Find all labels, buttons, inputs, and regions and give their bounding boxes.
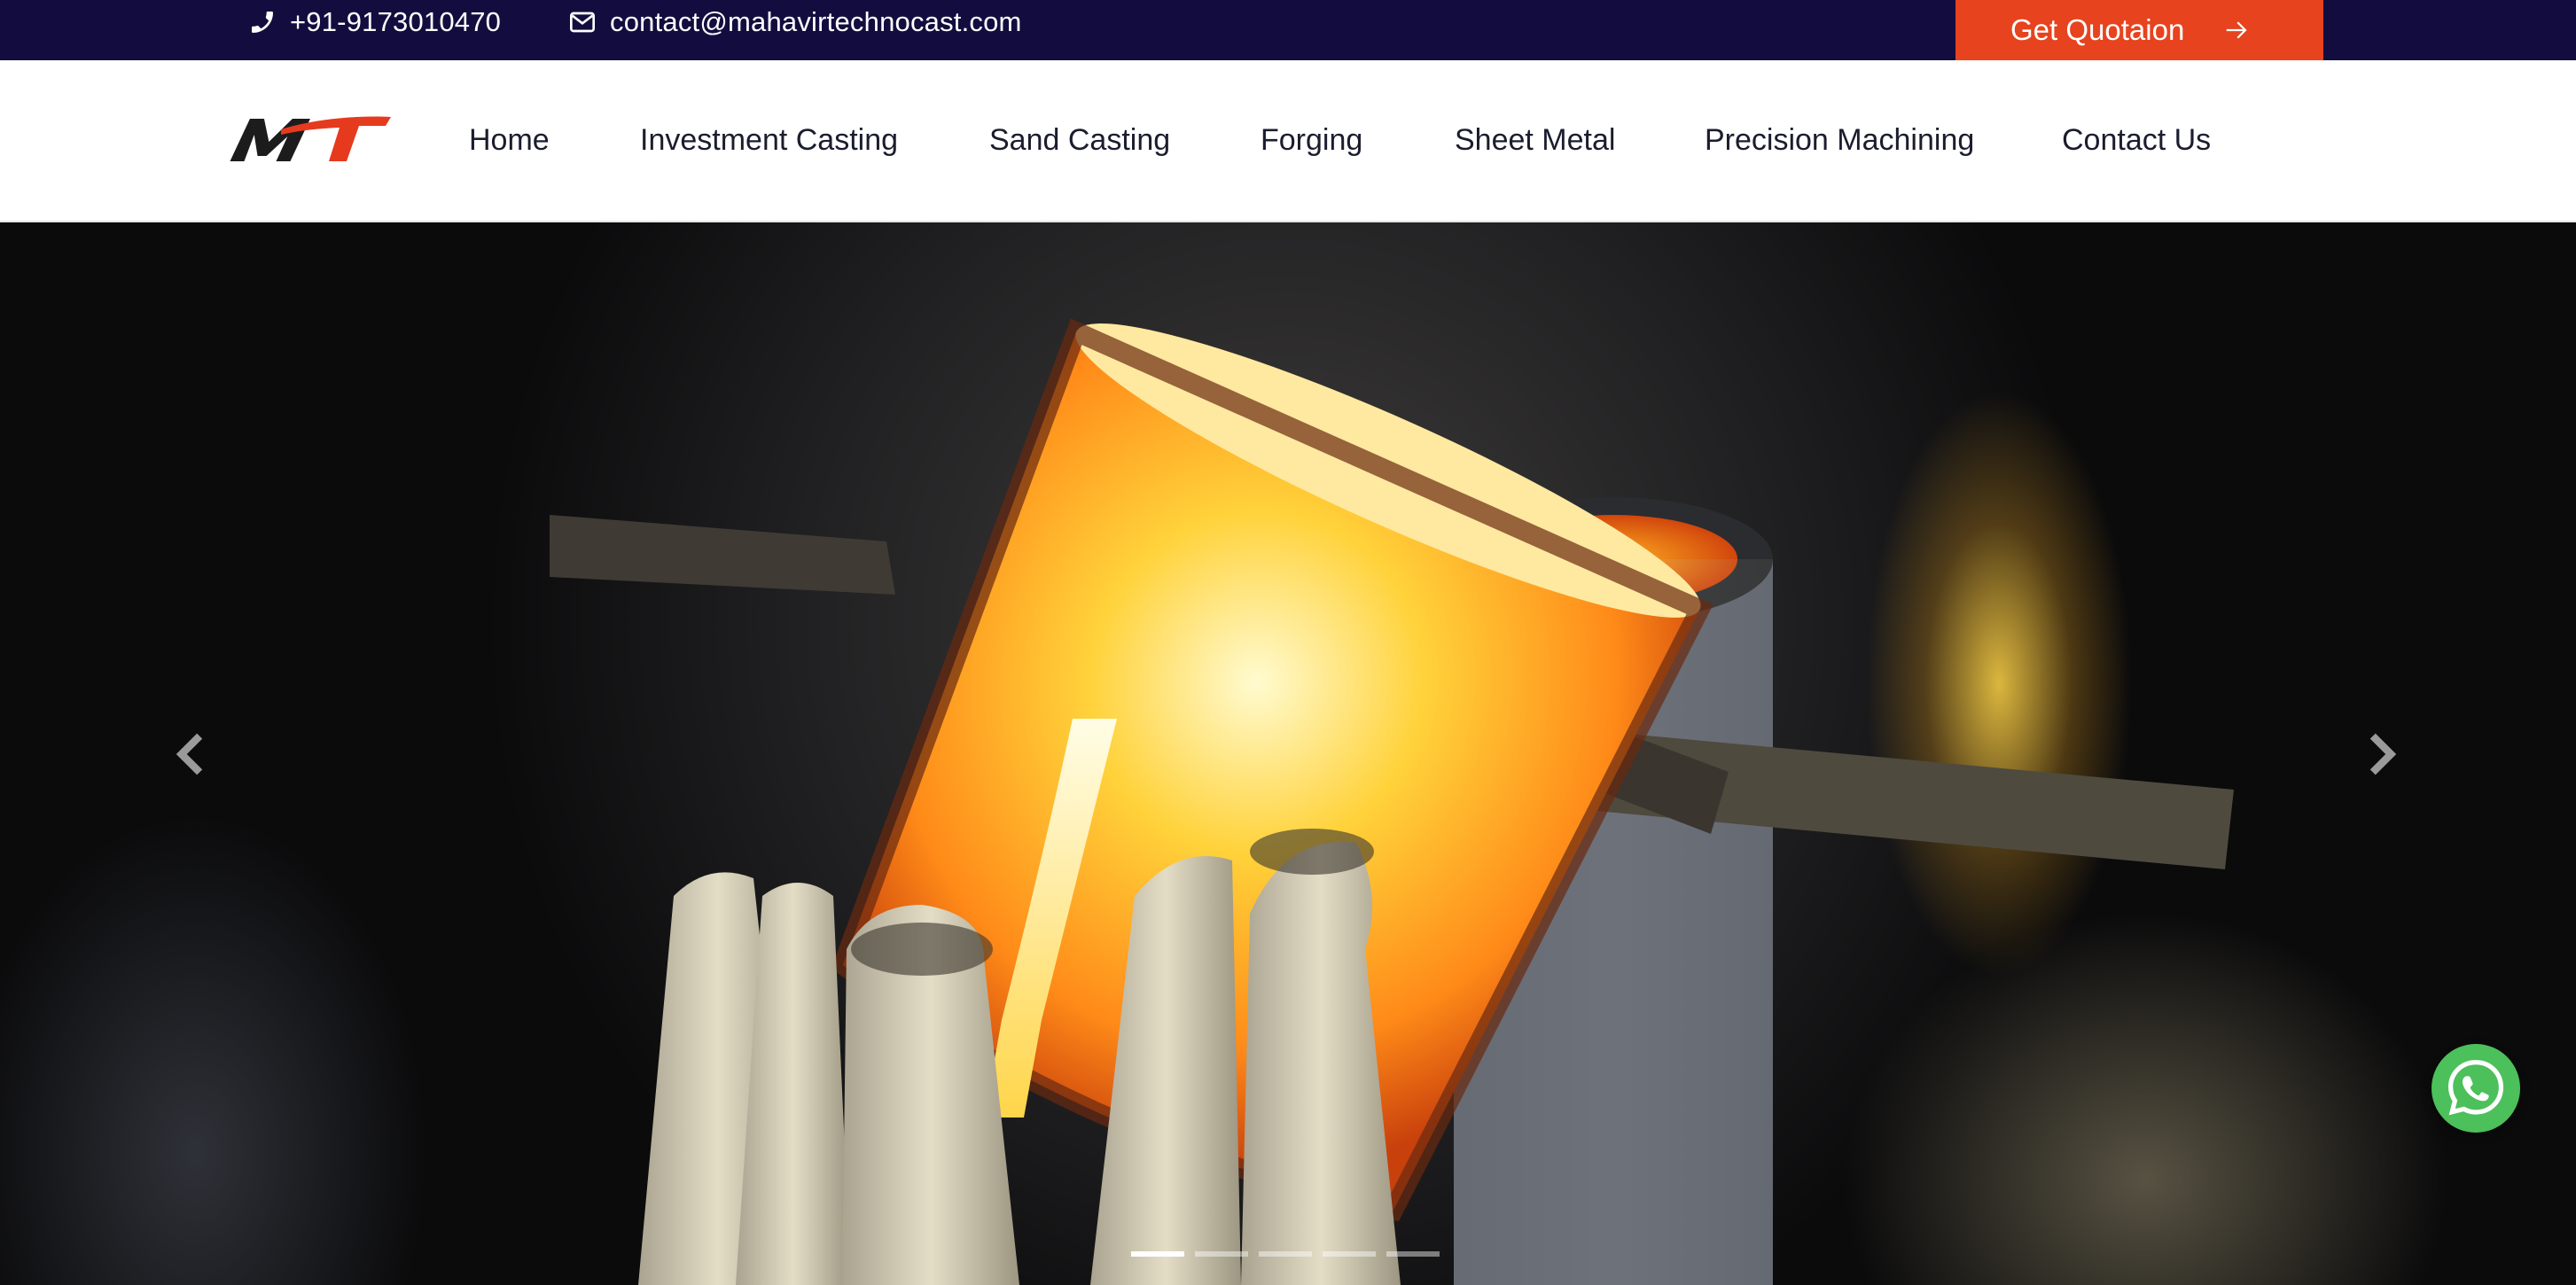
carousel-next-button[interactable] xyxy=(2346,719,2417,790)
phone-icon xyxy=(252,12,273,33)
chevron-right-icon xyxy=(2369,733,2397,775)
envelope-icon xyxy=(570,12,595,33)
chevron-left-icon xyxy=(176,733,203,775)
top-bar: +91-9173010470 contact@mahavirtechnocast… xyxy=(0,0,2576,60)
carousel-indicator[interactable] xyxy=(1131,1251,1184,1257)
carousel-indicator[interactable] xyxy=(1386,1251,1440,1257)
arrow-right-icon xyxy=(2227,21,2247,39)
nav-item-forging[interactable]: Forging xyxy=(1261,60,1362,221)
nav-item-investment-casting[interactable]: Investment Casting xyxy=(640,60,898,221)
phone-contact[interactable]: +91-9173010470 xyxy=(248,0,501,44)
get-quotation-label: Get Quotaion xyxy=(2010,13,2185,46)
nav-item-sheet-metal[interactable]: Sheet Metal xyxy=(1455,60,1615,221)
phone-number: +91-9173010470 xyxy=(290,6,502,37)
nav-item-sand-casting[interactable]: Sand Casting xyxy=(989,60,1170,221)
whatsapp-icon xyxy=(2447,1060,2504,1116)
carousel-indicators xyxy=(1131,1243,1440,1265)
hero-image xyxy=(550,318,2234,1285)
carousel-indicator[interactable] xyxy=(1323,1251,1376,1257)
get-quotation-button[interactable]: Get Quotaion xyxy=(1955,0,2323,60)
nav-item-home[interactable]: Home xyxy=(469,60,550,221)
email-contact[interactable]: contact@mahavirtechnocast.com xyxy=(568,0,1022,44)
carousel-prev-button[interactable] xyxy=(155,719,226,790)
carousel-indicator[interactable] xyxy=(1195,1251,1248,1257)
main-navigation: Home Investment Casting Sand Casting For… xyxy=(0,60,2576,222)
whatsapp-button[interactable] xyxy=(2432,1044,2520,1133)
nav-item-precision-machining[interactable]: Precision Machining xyxy=(1705,60,1974,221)
hero-carousel xyxy=(0,222,2576,1285)
nav-menu: Home Investment Casting Sand Casting For… xyxy=(0,60,2576,221)
nav-item-contact-us[interactable]: Contact Us xyxy=(2062,60,2211,221)
email-address: contact@mahavirtechnocast.com xyxy=(610,6,1022,37)
carousel-indicator[interactable] xyxy=(1259,1251,1312,1257)
